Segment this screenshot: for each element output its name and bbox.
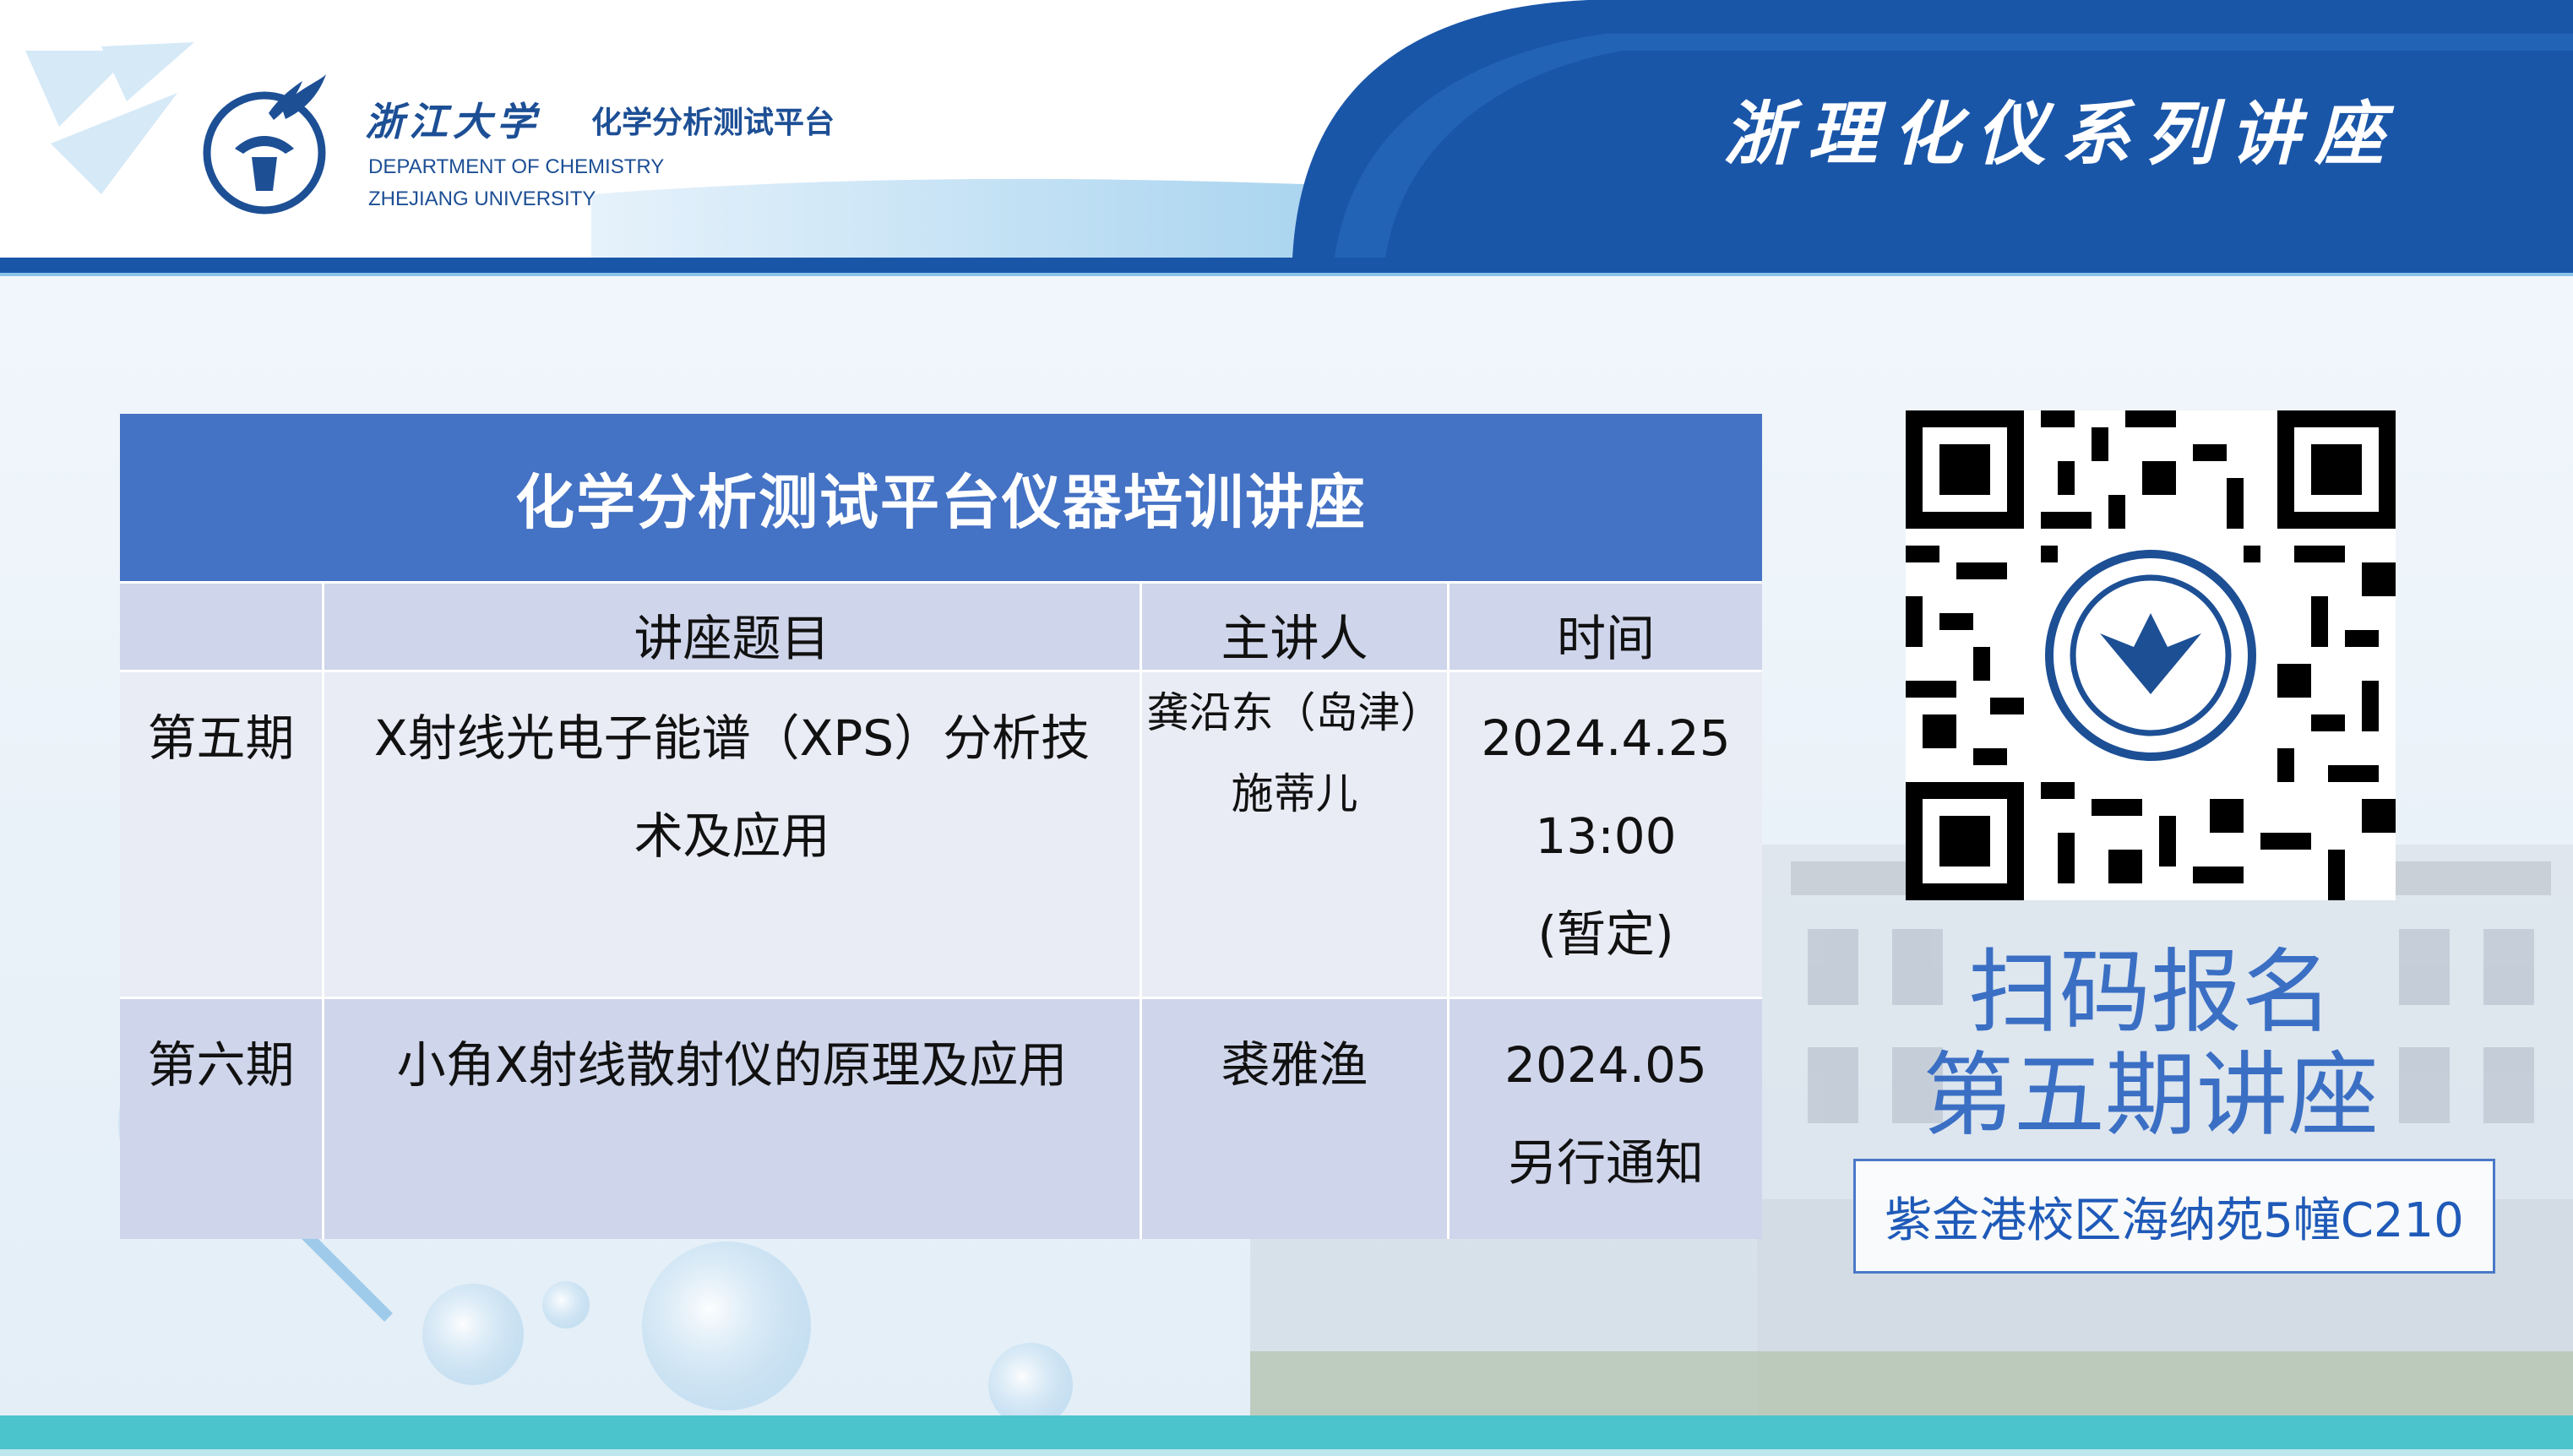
table-title: 化学分析测试平台仪器培训讲座 bbox=[120, 414, 1762, 581]
header-period bbox=[120, 584, 324, 670]
topic-line: 小角X射线散射仪的原理及应用 bbox=[396, 1036, 1068, 1094]
speaker-line: 裘雅渔 bbox=[1221, 1036, 1368, 1094]
university-name-en: ZHEJIANG UNIVERSITY bbox=[368, 187, 596, 210]
time-line: 另行通知 bbox=[1507, 1134, 1704, 1192]
topic-line: X射线光电子能谱（XPS）分析技 bbox=[373, 709, 1091, 767]
row-period: 第六期 bbox=[120, 999, 324, 1239]
time-line: 2024.4.25 bbox=[1481, 709, 1731, 767]
zju-logo-emblem bbox=[203, 74, 326, 215]
time-line: 2024.05 bbox=[1504, 1036, 1707, 1094]
speaker-line: 龚沿东（岛津） bbox=[1146, 688, 1443, 737]
table-row: 第六期 小角X射线散射仪的原理及应用 裘雅渔 2024.05 另行通知 bbox=[120, 997, 1762, 1239]
time-line: (暂定) bbox=[1537, 905, 1674, 963]
header-speaker: 主讲人 bbox=[1142, 584, 1450, 670]
header-topic: 讲座题目 bbox=[324, 584, 1142, 670]
lecture-table: 化学分析测试平台仪器培训讲座 讲座题目 主讲人 时间 第五期 X射线光电子能谱（… bbox=[120, 414, 1762, 1239]
location-label: 紫金港校区海纳苑5幢C210 bbox=[1853, 1159, 2495, 1274]
row-period: 第五期 bbox=[120, 672, 324, 997]
row-topic: 小角X射线散射仪的原理及应用 bbox=[324, 999, 1142, 1239]
table-row: 第五期 X射线光电子能谱（XPS）分析技 术及应用 龚沿东（岛津） 施蒂儿 20… bbox=[120, 670, 1762, 997]
qr-call-to-action-subtitle: 第五期讲座 bbox=[1923, 1043, 2380, 1149]
time-line: 13:00 bbox=[1535, 807, 1677, 865]
series-title: 浙理化仪系列讲座 bbox=[1723, 94, 2399, 175]
header-time: 时间 bbox=[1556, 610, 1655, 667]
registration-qr-code[interactable] bbox=[1906, 410, 2396, 900]
row-topic: X射线光电子能谱（XPS）分析技 术及应用 bbox=[324, 672, 1142, 997]
row-time: 2024.05 另行通知 bbox=[1450, 999, 1762, 1239]
table-header-row: 讲座题目 主讲人 时间 bbox=[120, 581, 1762, 670]
university-name-cn: 浙江大学 bbox=[365, 99, 541, 144]
platform-name: 化学分析测试平台 bbox=[591, 106, 835, 140]
row-speaker: 裘雅渔 bbox=[1142, 999, 1450, 1239]
row-speaker: 龚沿东（岛津） 施蒂儿 bbox=[1142, 672, 1450, 997]
row-time: 2024.4.25 13:00 (暂定) bbox=[1450, 672, 1762, 997]
department-name-en: DEPARTMENT OF CHEMISTRY bbox=[368, 155, 665, 178]
speaker-line: 施蒂儿 bbox=[1231, 769, 1358, 818]
topic-line: 术及应用 bbox=[634, 807, 830, 865]
